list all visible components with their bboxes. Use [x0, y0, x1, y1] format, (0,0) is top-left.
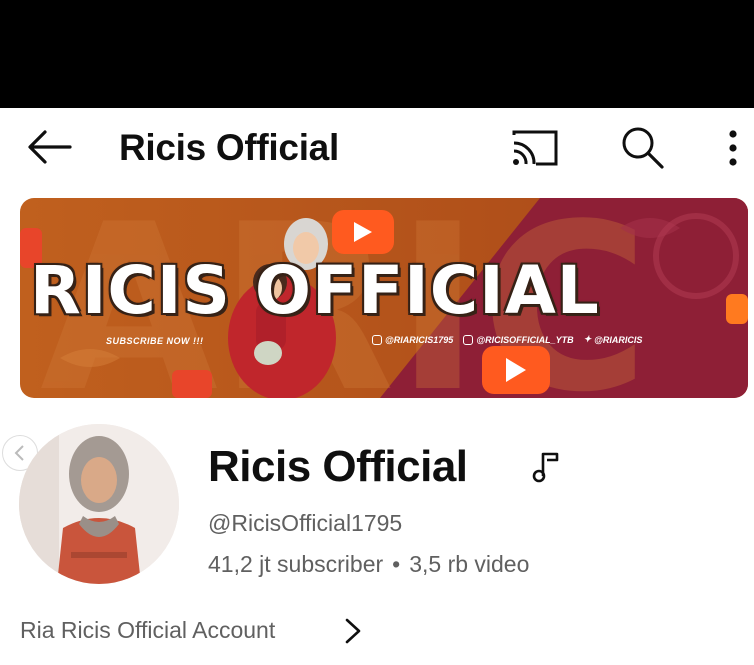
more-vert-icon[interactable]	[720, 126, 746, 170]
channel-banner: ARIC RICIS OFFICIAL SUBSCRIBE NOW !!! @R…	[20, 198, 748, 398]
back-arrow-icon[interactable]	[26, 128, 72, 166]
status-bar-area	[0, 0, 754, 108]
page-title: Ricis Official	[119, 127, 339, 168]
stats-separator: •	[392, 551, 401, 577]
search-icon[interactable]	[619, 124, 665, 170]
channel-description[interactable]: Ria Ricis Official Account	[20, 614, 275, 646]
banner-social-handles: @RIARICIS1795 @RICISOFFICIAL_YTB ✦ @RIARI…	[372, 334, 642, 345]
instagram-icon	[372, 334, 382, 345]
channel-stats: 41,2 jt subscriber • 3,5 rb video	[208, 549, 529, 579]
banner-handle-instagram-1: @RIARICIS1795	[372, 334, 453, 345]
instagram-icon	[463, 334, 474, 345]
channel-name: Ricis Official	[208, 442, 468, 491]
avatar[interactable]	[19, 424, 179, 584]
chevron-right-icon[interactable]	[342, 616, 364, 646]
twitter-icon: ✦	[583, 334, 592, 344]
banner-handle-instagram-2: @RICISOFFICIAL_YTB	[463, 334, 574, 345]
channel-handle: @RicisOfficial1795	[208, 510, 403, 536]
banner-title: RICIS OFFICIAL	[30, 252, 600, 329]
cast-icon[interactable]	[509, 126, 561, 168]
avatar-image	[19, 424, 179, 584]
banner-handle-twitter: ✦ @RIARICIS	[583, 334, 643, 345]
video-count: 3,5 rb video	[409, 551, 530, 577]
banner-subscribe-text: SUBSCRIBE NOW !!!	[106, 336, 204, 346]
subscriber-count: 41,2 jt subscriber	[208, 551, 384, 577]
music-note-icon	[531, 448, 561, 484]
